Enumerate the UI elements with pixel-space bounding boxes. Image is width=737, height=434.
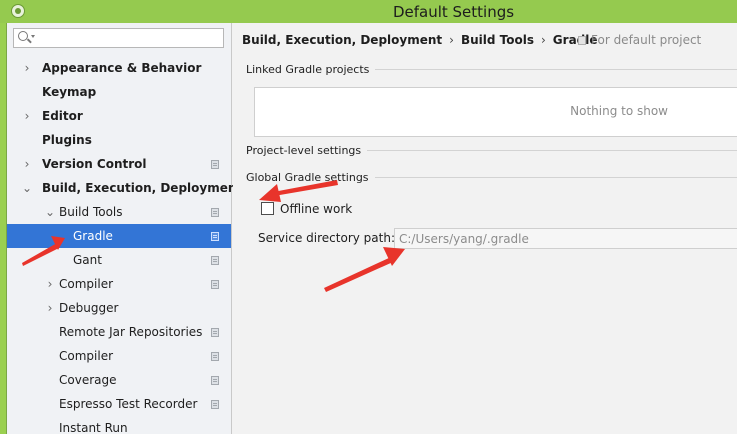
- sidebar-item-label: Keymap: [42, 85, 97, 99]
- search-icon: [18, 31, 28, 41]
- scope-note: For default project: [578, 33, 701, 47]
- sidebar-item-label: Espresso Test Recorder: [59, 397, 198, 411]
- scope-note-label: For default project: [591, 33, 702, 47]
- gradle-settings-panel: Build, Execution, Deployment › Build Tools…: [233, 23, 737, 434]
- sidebar-item[interactable]: Plugins: [7, 128, 231, 152]
- project-scope-icon: [211, 376, 219, 385]
- chevron-right-icon[interactable]: ›: [44, 272, 56, 296]
- global-settings-section: Global Gradle settings: [246, 171, 737, 184]
- global-settings-heading: Global Gradle settings: [246, 171, 369, 184]
- sidebar-item-label: Compiler: [59, 349, 114, 363]
- sidebar-item-label: Version Control: [42, 157, 147, 171]
- section-divider: [375, 69, 737, 70]
- sidebar-item-label: Editor: [42, 109, 83, 123]
- sidebar-item-label: Debugger: [59, 301, 119, 315]
- window-title: Default Settings: [392, 3, 515, 21]
- sidebar-item-label: Plugins: [42, 133, 92, 147]
- sidebar-item[interactable]: Keymap: [7, 80, 231, 104]
- offline-work-option[interactable]: Offline work: [261, 202, 352, 216]
- sidebar-item[interactable]: Coverage: [7, 368, 231, 392]
- settings-window: › Appearance & Behavior Keymap › Editor Plugi…: [6, 23, 737, 434]
- sidebar-item-label: Gradle: [73, 229, 113, 243]
- empty-list-text: Nothing to show: [570, 104, 668, 118]
- offline-work-checkbox[interactable]: [261, 202, 274, 215]
- sidebar-item[interactable]: Espresso Test Recorder: [7, 392, 231, 416]
- sidebar-item[interactable]: Remote Jar Repositories: [7, 320, 231, 344]
- project-scope-icon: [211, 400, 219, 409]
- sidebar-item-label: Build Tools: [59, 205, 123, 219]
- project-level-heading: Project-level settings: [246, 144, 362, 157]
- sidebar-item-label: Remote Jar Repositories: [59, 325, 203, 339]
- service-directory-input[interactable]: [394, 228, 737, 249]
- offline-work-label[interactable]: Offline work: [280, 202, 352, 216]
- sidebar-item[interactable]: › Debugger: [7, 296, 231, 320]
- settings-tree: › Appearance & Behavior Keymap › Editor Plugi…: [7, 56, 242, 434]
- sidebar-item[interactable]: ⌄ Build, Execution, Deployment: [7, 176, 242, 200]
- chevron-right-icon[interactable]: ›: [21, 56, 33, 80]
- project-scope-icon: [211, 256, 219, 265]
- section-divider: [367, 150, 737, 151]
- project-scope-icon: [211, 160, 219, 169]
- title-bar: Default Settings: [0, 0, 737, 23]
- chevron-right-icon[interactable]: ›: [21, 152, 33, 176]
- breadcrumb-separator: ›: [449, 33, 454, 47]
- linked-projects-heading: Linked Gradle projects: [246, 63, 370, 76]
- section-divider: [374, 177, 737, 178]
- chevron-down-icon[interactable]: ⌄: [21, 176, 33, 200]
- sidebar-item[interactable]: Gradle: [7, 224, 231, 248]
- sidebar-item-label: Compiler: [59, 277, 114, 291]
- project-scope-icon: [211, 352, 219, 361]
- chevron-right-icon[interactable]: ›: [44, 296, 56, 320]
- linked-projects-section: Linked Gradle projects: [246, 63, 737, 76]
- project-scope-icon: [578, 36, 586, 45]
- project-scope-icon: [211, 280, 219, 289]
- chevron-right-icon[interactable]: ›: [21, 104, 33, 128]
- sidebar-item-label: Coverage: [59, 373, 117, 387]
- sidebar-item[interactable]: › Appearance & Behavior: [7, 56, 231, 80]
- breadcrumb-item: Build, Execution, Deployment: [242, 33, 443, 47]
- service-directory-row: Service directory path:: [250, 227, 737, 249]
- sidebar-item[interactable]: Instant Run: [7, 416, 231, 434]
- sidebar-item[interactable]: › Compiler: [7, 272, 231, 296]
- sidebar-item[interactable]: ⌄ Build Tools: [7, 200, 231, 224]
- project-scope-icon: [211, 232, 219, 241]
- sidebar-item[interactable]: Gant: [7, 248, 231, 272]
- project-scope-icon: [211, 328, 219, 337]
- linked-projects-list[interactable]: Nothing to show: [254, 87, 737, 137]
- chevron-down-icon[interactable]: ⌄: [44, 200, 56, 224]
- settings-sidebar: › Appearance & Behavior Keymap › Editor Plugi…: [7, 23, 242, 434]
- search-field[interactable]: [13, 28, 224, 48]
- project-level-section: Project-level settings: [246, 144, 737, 157]
- sidebar-item[interactable]: Compiler: [7, 344, 231, 368]
- breadcrumb: Build, Execution, Deployment › Build Tools…: [242, 33, 598, 47]
- search-options-chevron-down-icon[interactable]: [31, 35, 35, 38]
- sidebar-item[interactable]: › Editor: [7, 104, 231, 128]
- sidebar-item-label: Instant Run: [59, 421, 128, 434]
- service-directory-label: Service directory path:: [258, 231, 395, 245]
- sidebar-item-label: Build, Execution, Deployment: [42, 181, 243, 195]
- sidebar-item-label: Gant: [73, 253, 102, 267]
- breadcrumb-item: Build Tools: [460, 33, 534, 47]
- project-scope-icon: [211, 208, 219, 217]
- breadcrumb-separator: ›: [540, 33, 546, 47]
- sidebar-item[interactable]: › Version Control: [7, 152, 231, 176]
- sidebar-item-label: Appearance & Behavior: [42, 61, 202, 75]
